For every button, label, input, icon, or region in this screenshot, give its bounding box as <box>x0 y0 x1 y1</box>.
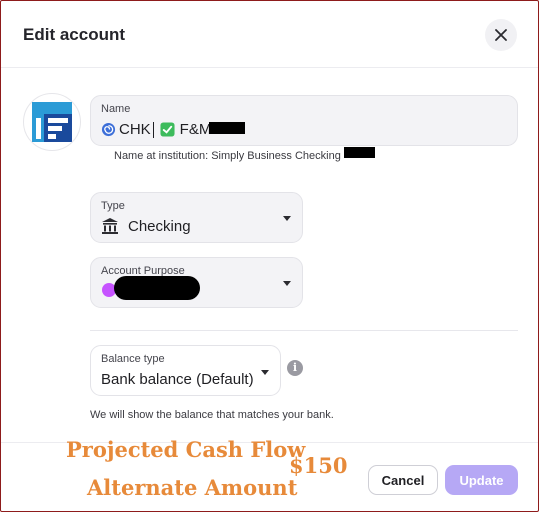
cancel-button[interactable]: Cancel <box>368 465 438 495</box>
institution-redaction <box>344 147 375 158</box>
purpose-redaction <box>114 276 200 300</box>
institution-name-note: Name at institution: Simply Business Che… <box>114 150 341 162</box>
check-mark-emoji-icon <box>160 122 175 137</box>
text-cursor <box>152 121 154 138</box>
bank-logo-icon <box>32 102 72 142</box>
institution-logo <box>23 93 81 151</box>
info-icon[interactable]: i <box>287 360 303 376</box>
type-label: Type <box>101 200 125 212</box>
chevron-down-icon <box>283 216 291 221</box>
name-redaction <box>209 122 245 134</box>
modal-header: Edit account <box>1 1 538 68</box>
balance-type-value: Bank balance (Default) <box>101 371 254 388</box>
name-field-value[interactable]: CHK F&M <box>101 121 211 138</box>
annotation-projected-cash-flow: Projected Cash Flow <box>66 437 306 462</box>
type-value-text: Checking <box>128 217 191 235</box>
chevron-down-icon <box>283 281 291 286</box>
balance-type-label: Balance type <box>101 353 165 365</box>
name-field-label: Name <box>101 103 131 115</box>
type-select[interactable]: Type Checking <box>90 192 303 243</box>
annotation-amount: $150 <box>289 453 348 478</box>
annotation-alternate-amount: Alternate Amount <box>87 475 298 500</box>
name-field[interactable]: Name CHK F&M <box>90 95 518 146</box>
swirl-emoji-icon <box>101 122 116 137</box>
name-prefix: CHK <box>119 121 151 138</box>
bank-icon <box>102 218 118 234</box>
close-icon <box>495 29 507 41</box>
update-button[interactable]: Update <box>445 465 518 495</box>
name-suffix: F&M <box>179 121 212 138</box>
edit-account-modal: Edit account Name CHK F&M Name at instit… <box>1 1 538 511</box>
balance-type-select[interactable]: Balance type Bank balance (Default) <box>90 345 281 396</box>
section-divider <box>90 330 518 331</box>
close-button[interactable] <box>485 19 517 51</box>
modal-title: Edit account <box>23 25 126 44</box>
balance-help-text: We will show the balance that matches yo… <box>90 409 334 421</box>
chevron-down-icon <box>261 370 269 375</box>
type-value: Checking <box>101 217 191 235</box>
